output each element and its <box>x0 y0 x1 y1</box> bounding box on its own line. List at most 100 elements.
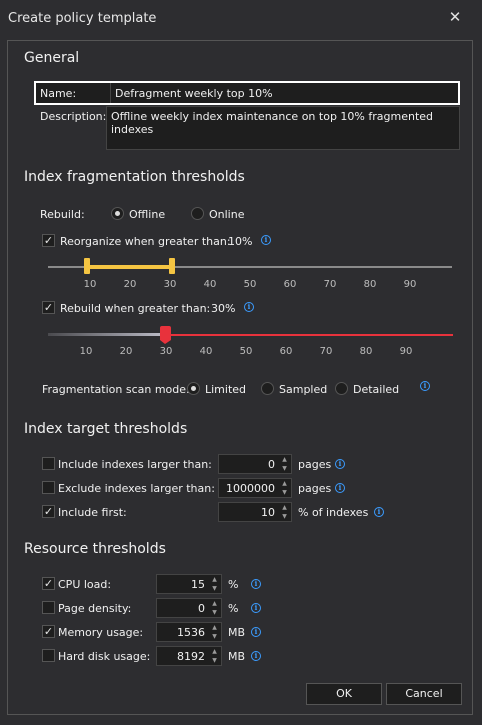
include-larger-checkbox[interactable] <box>42 457 55 470</box>
name-label: Name: <box>40 87 77 100</box>
scan-mode-limited-radio[interactable] <box>187 382 200 395</box>
memory-usage-checkbox[interactable]: ✓ <box>42 625 55 638</box>
spin-down-icon[interactable]: ▼ <box>210 609 219 617</box>
rebuild-offline-label: Offline <box>129 208 166 221</box>
rebuild-threshold-value: 30% <box>211 302 236 315</box>
info-icon[interactable]: i <box>335 459 345 469</box>
scan-mode-limited-label: Limited <box>205 383 247 396</box>
cpu-load-input[interactable]: 15 ▲ ▼ <box>156 574 222 594</box>
slider-tick-label: 90 <box>399 346 413 357</box>
info-icon[interactable]: i <box>251 651 261 661</box>
page-density-input[interactable]: 0 ▲ ▼ <box>156 598 222 618</box>
page-density-label: Page density: <box>58 602 132 615</box>
memory-usage-label: Memory usage: <box>58 626 144 639</box>
ok-button[interactable]: OK <box>306 683 382 705</box>
page-density-unit: % <box>228 602 239 615</box>
slider-tick-label: 60 <box>279 346 293 357</box>
slider-tick-label: 70 <box>319 346 333 357</box>
info-icon[interactable]: i <box>335 483 345 493</box>
spin-up-icon[interactable]: ▲ <box>210 648 219 656</box>
scan-mode-label: Fragmentation scan mode: <box>42 383 190 396</box>
slider-tick-label: 50 <box>239 346 253 357</box>
rebuild-offline-radio[interactable] <box>111 207 124 220</box>
spin-up-icon[interactable]: ▲ <box>210 624 219 632</box>
slider-tick-label: 80 <box>359 346 373 357</box>
rebuild-threshold-checkbox[interactable]: ✓ <box>42 301 55 314</box>
slider-tick-label: 40 <box>199 346 213 357</box>
spin-down-icon[interactable]: ▼ <box>280 465 289 473</box>
rebuild-online-label: Online <box>209 208 245 221</box>
spin-up-icon[interactable]: ▲ <box>280 456 289 464</box>
spin-up-icon[interactable]: ▲ <box>280 480 289 488</box>
spin-down-icon[interactable]: ▼ <box>210 657 219 665</box>
spin-up-icon[interactable]: ▲ <box>210 600 219 608</box>
slider-tick-label: 30 <box>159 346 173 357</box>
page-density-checkbox[interactable] <box>42 601 55 614</box>
info-icon[interactable]: i <box>244 302 254 312</box>
memory-usage-unit: MB <box>228 626 246 639</box>
window-title: Create policy template <box>8 11 157 26</box>
scan-mode-sampled-label: Sampled <box>279 383 328 396</box>
cpu-load-unit: % <box>228 578 239 591</box>
reorganize-checkbox[interactable]: ✓ <box>42 234 55 247</box>
include-first-checkbox[interactable]: ✓ <box>42 505 55 518</box>
rebuild-slider-track-low <box>48 333 165 336</box>
spin-down-icon[interactable]: ▼ <box>280 513 289 521</box>
rebuild-threshold-label: Rebuild when greater than: <box>60 302 211 315</box>
include-first-input[interactable]: 10 ▲ ▼ <box>218 502 292 522</box>
cpu-load-label: CPU load: <box>58 578 112 591</box>
reorganize-slider-low-thumb[interactable] <box>84 258 90 274</box>
hard-disk-usage-input[interactable]: 8192 ▲ ▼ <box>156 646 222 666</box>
include-larger-value: 0 <box>268 458 275 471</box>
rebuild-mode-label: Rebuild: <box>40 208 85 221</box>
name-field[interactable]: Name: Defragment weekly top 10% <box>34 81 460 105</box>
info-icon[interactable]: i <box>251 579 261 589</box>
slider-tick-label: 20 <box>123 279 137 290</box>
info-icon[interactable]: i <box>374 507 384 517</box>
exclude-larger-checkbox[interactable] <box>42 481 55 494</box>
spin-down-icon[interactable]: ▼ <box>280 489 289 497</box>
name-input[interactable]: Defragment weekly top 10% <box>110 83 458 103</box>
cpu-load-checkbox[interactable]: ✓ <box>42 577 55 590</box>
spin-up-icon[interactable]: ▲ <box>210 576 219 584</box>
info-icon[interactable]: i <box>420 381 430 391</box>
include-first-value: 10 <box>261 506 275 519</box>
memory-usage-value: 1536 <box>177 626 205 639</box>
rebuild-slider-thumb[interactable] <box>160 326 171 340</box>
exclude-larger-input[interactable]: 1000000 ▲ ▼ <box>218 478 292 498</box>
rebuild-slider-track-high[interactable] <box>165 334 453 336</box>
slider-tick-label: 40 <box>203 279 217 290</box>
hard-disk-usage-label: Hard disk usage: <box>58 650 151 663</box>
slider-tick-label: 10 <box>83 279 97 290</box>
scan-mode-detailed-radio[interactable] <box>335 382 348 395</box>
slider-tick-label: 90 <box>403 279 417 290</box>
slider-tick-label: 60 <box>283 279 297 290</box>
include-larger-input[interactable]: 0 ▲ ▼ <box>218 454 292 474</box>
reorganize-value: 10% <box>228 235 253 248</box>
slider-tick-label: 50 <box>243 279 257 290</box>
spin-down-icon[interactable]: ▼ <box>210 585 219 593</box>
memory-usage-input[interactable]: 1536 ▲ ▼ <box>156 622 222 642</box>
info-icon[interactable]: i <box>251 603 261 613</box>
description-label: Description: <box>40 110 107 123</box>
hard-disk-usage-unit: MB <box>228 650 246 663</box>
exclude-larger-unit: pages <box>298 482 332 495</box>
info-icon[interactable]: i <box>251 627 261 637</box>
info-icon[interactable]: i <box>261 235 271 245</box>
slider-tick-label: 70 <box>323 279 337 290</box>
spin-down-icon[interactable]: ▼ <box>210 633 219 641</box>
scan-mode-sampled-radio[interactable] <box>261 382 274 395</box>
include-larger-label: Include indexes larger than: <box>58 458 212 471</box>
slider-tick-label: 30 <box>163 279 177 290</box>
resource-heading: Resource thresholds <box>24 541 166 557</box>
exclude-larger-value: 1000000 <box>226 482 275 495</box>
spin-up-icon[interactable]: ▲ <box>280 504 289 512</box>
slider-tick-label: 20 <box>119 346 133 357</box>
description-input[interactable]: Offline weekly index maintenance on top … <box>106 106 460 150</box>
reorganize-slider-high-thumb[interactable] <box>169 258 175 274</box>
rebuild-online-radio[interactable] <box>191 207 204 220</box>
hard-disk-usage-checkbox[interactable] <box>42 649 55 662</box>
rebuild-slider-thumb-tip <box>160 340 171 344</box>
cancel-button[interactable]: Cancel <box>386 683 462 705</box>
close-icon[interactable]: ✕ <box>446 8 464 26</box>
